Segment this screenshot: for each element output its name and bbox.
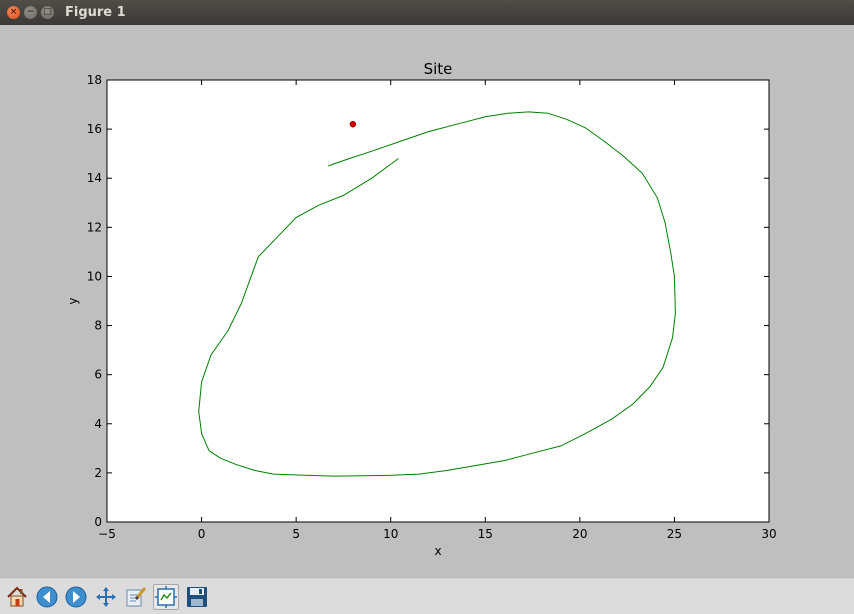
figure-canvas[interactable]: −5 0 5 10 15 20 25 30 0 2 4 6 8 10 12 14 16 18 Site x y	[0, 25, 854, 578]
y-tick-label: 0	[94, 515, 102, 529]
x-tick-label: 20	[572, 527, 587, 541]
x-tick-label: −5	[98, 527, 116, 541]
x-axis-label: x	[434, 544, 441, 558]
x-tick-label: 10	[383, 527, 398, 541]
chart[interactable]: −5 0 5 10 15 20 25 30024681012141618 Site x y	[0, 25, 854, 578]
y-tick-label: 10	[87, 269, 102, 283]
home-button[interactable]	[4, 584, 30, 610]
x-tick-label: 5	[292, 527, 300, 541]
x-tick-label: 15	[478, 527, 493, 541]
y-tick-label: 16	[87, 122, 102, 136]
navigation-toolbar	[0, 578, 854, 614]
pan-button[interactable]	[93, 584, 119, 610]
chart-title: Site	[424, 60, 453, 78]
x-tick-label: 0	[198, 527, 206, 541]
home-icon	[7, 586, 27, 607]
forward-icon	[65, 586, 87, 608]
y-tick-label: 14	[87, 171, 102, 185]
back-button[interactable]	[34, 584, 60, 610]
window-title: Figure 1	[65, 5, 126, 20]
x-tick-label: 30	[761, 527, 776, 541]
close-window-button[interactable]: ×	[7, 6, 20, 19]
pan-icon	[96, 587, 116, 607]
y-tick-label: 8	[94, 319, 102, 333]
maximize-window-button[interactable]: □	[41, 6, 54, 19]
save-icon	[187, 587, 207, 607]
configure-subplots-button[interactable]	[153, 584, 179, 610]
save-button[interactable]	[184, 584, 210, 610]
y-tick-label: 12	[87, 220, 102, 234]
plot-area	[106, 79, 770, 523]
y-tick-label: 18	[87, 73, 102, 87]
zoom-icon	[126, 587, 147, 607]
data-point	[349, 120, 357, 128]
back-icon	[36, 586, 58, 608]
configure-subplots-icon	[155, 586, 177, 608]
y-tick-label: 2	[94, 466, 102, 480]
zoom-button[interactable]	[123, 584, 149, 610]
forward-button[interactable]	[63, 584, 89, 610]
y-tick-label: 6	[94, 368, 102, 382]
y-tick-label: 4	[94, 417, 102, 431]
x-tick-label: 25	[667, 527, 682, 541]
window-titlebar: × − □ Figure 1	[0, 0, 854, 26]
y-axis-label: y	[66, 297, 80, 304]
minimize-window-button[interactable]: −	[24, 6, 37, 19]
